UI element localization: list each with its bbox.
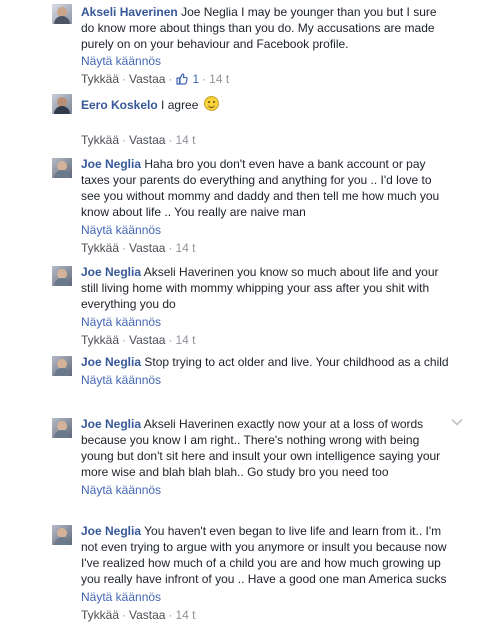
avatar[interactable] xyxy=(52,4,72,24)
comment-item: Eero Koskelo I agree Tykkää · Vastaa · 14 t xyxy=(52,94,493,147)
like-link[interactable]: Tykkää xyxy=(81,608,119,622)
comment-body: Joe Neglia Akseli Haverinen you know so … xyxy=(81,264,451,312)
comment-item: Joe Neglia You haven't even began to liv… xyxy=(52,521,493,622)
comment-item: Joe Neglia Akseli Haverinen exactly now … xyxy=(52,414,493,497)
comment-timestamp[interactable]: 14 t xyxy=(175,241,195,255)
comment-thread: Akseli Haverinen Joe Neglia I may be you… xyxy=(0,0,493,626)
comment-timestamp[interactable]: 14 t xyxy=(175,608,195,622)
chevron-down-icon[interactable] xyxy=(451,418,463,426)
like-link[interactable]: Tykkää xyxy=(81,333,119,347)
comment-author-link[interactable]: Joe Neglia xyxy=(81,355,141,369)
comment-timestamp[interactable]: 14 t xyxy=(175,333,195,347)
comment-body: Joe Neglia Akseli Haverinen exactly now … xyxy=(81,416,451,480)
avatar[interactable] xyxy=(52,418,72,438)
comment-item: Joe Neglia Haha bro you don't even have … xyxy=(52,154,493,255)
comment-text: I agree xyxy=(161,98,199,112)
reply-link[interactable]: Vastaa xyxy=(129,241,165,255)
comment-author-link[interactable]: Joe Neglia xyxy=(81,417,141,431)
avatar[interactable] xyxy=(52,94,72,114)
comment-body: Joe Neglia You haven't even began to liv… xyxy=(81,523,451,587)
comment-item: Akseli Haverinen Joe Neglia I may be you… xyxy=(52,0,493,86)
reply-link[interactable]: Vastaa xyxy=(129,133,165,147)
reply-link[interactable]: Vastaa xyxy=(129,333,165,347)
comment-actions: Tykkää · Vastaa · 14 t xyxy=(81,608,196,622)
comment-author-link[interactable]: Joe Neglia xyxy=(81,265,141,279)
reaction-summary[interactable]: 1 xyxy=(175,72,199,86)
comment-body: Joe Neglia Haha bro you don't even have … xyxy=(81,156,451,220)
avatar[interactable] xyxy=(52,266,72,286)
comment-author-link[interactable]: Eero Koskelo xyxy=(81,98,158,112)
translate-link[interactable]: Näytä käännös xyxy=(81,589,161,605)
comment-actions: Tykkää · Vastaa · 1 · 14 t xyxy=(81,72,230,86)
comment-item: Joe Neglia Akseli Haverinen you know so … xyxy=(52,262,493,347)
comment-body: Joe Neglia Stop trying to act older and … xyxy=(81,354,451,370)
comment-actions: Tykkää · Vastaa · 14 t xyxy=(81,241,196,255)
translate-link[interactable]: Näytä käännös xyxy=(81,482,161,498)
like-link[interactable]: Tykkää xyxy=(81,133,119,147)
translate-link[interactable]: Näytä käännös xyxy=(81,372,161,388)
comment-body: Eero Koskelo I agree xyxy=(81,96,451,113)
comment-actions: Tykkää · Vastaa · 14 t xyxy=(81,133,196,147)
like-link[interactable]: Tykkää xyxy=(81,72,119,86)
comment-actions: Tykkää · Vastaa · 14 t xyxy=(81,333,196,347)
comment-item: Joe Neglia Stop trying to act older and … xyxy=(52,352,493,387)
translate-link[interactable]: Näytä käännös xyxy=(81,53,161,69)
thumbs-up-icon xyxy=(176,73,189,85)
translate-link[interactable]: Näytä käännös xyxy=(81,314,161,330)
reply-link[interactable]: Vastaa xyxy=(129,608,165,622)
comment-author-link[interactable]: Akseli Haverinen xyxy=(81,5,178,19)
comment-text: Stop trying to act older and live. Your … xyxy=(144,355,449,369)
translate-link[interactable]: Näytä käännös xyxy=(81,222,161,238)
like-link[interactable]: Tykkää xyxy=(81,241,119,255)
avatar[interactable] xyxy=(52,525,72,545)
comment-author-link[interactable]: Joe Neglia xyxy=(81,157,141,171)
comment-timestamp[interactable]: 14 t xyxy=(209,72,229,86)
comment-body: Akseli Haverinen Joe Neglia I may be you… xyxy=(81,4,451,52)
reply-link[interactable]: Vastaa xyxy=(129,72,165,86)
comment-timestamp[interactable]: 14 t xyxy=(175,133,195,147)
avatar[interactable] xyxy=(52,356,72,376)
smiley-emoji-icon xyxy=(203,96,219,111)
avatar[interactable] xyxy=(52,158,72,178)
comment-author-link[interactable]: Joe Neglia xyxy=(81,524,141,538)
